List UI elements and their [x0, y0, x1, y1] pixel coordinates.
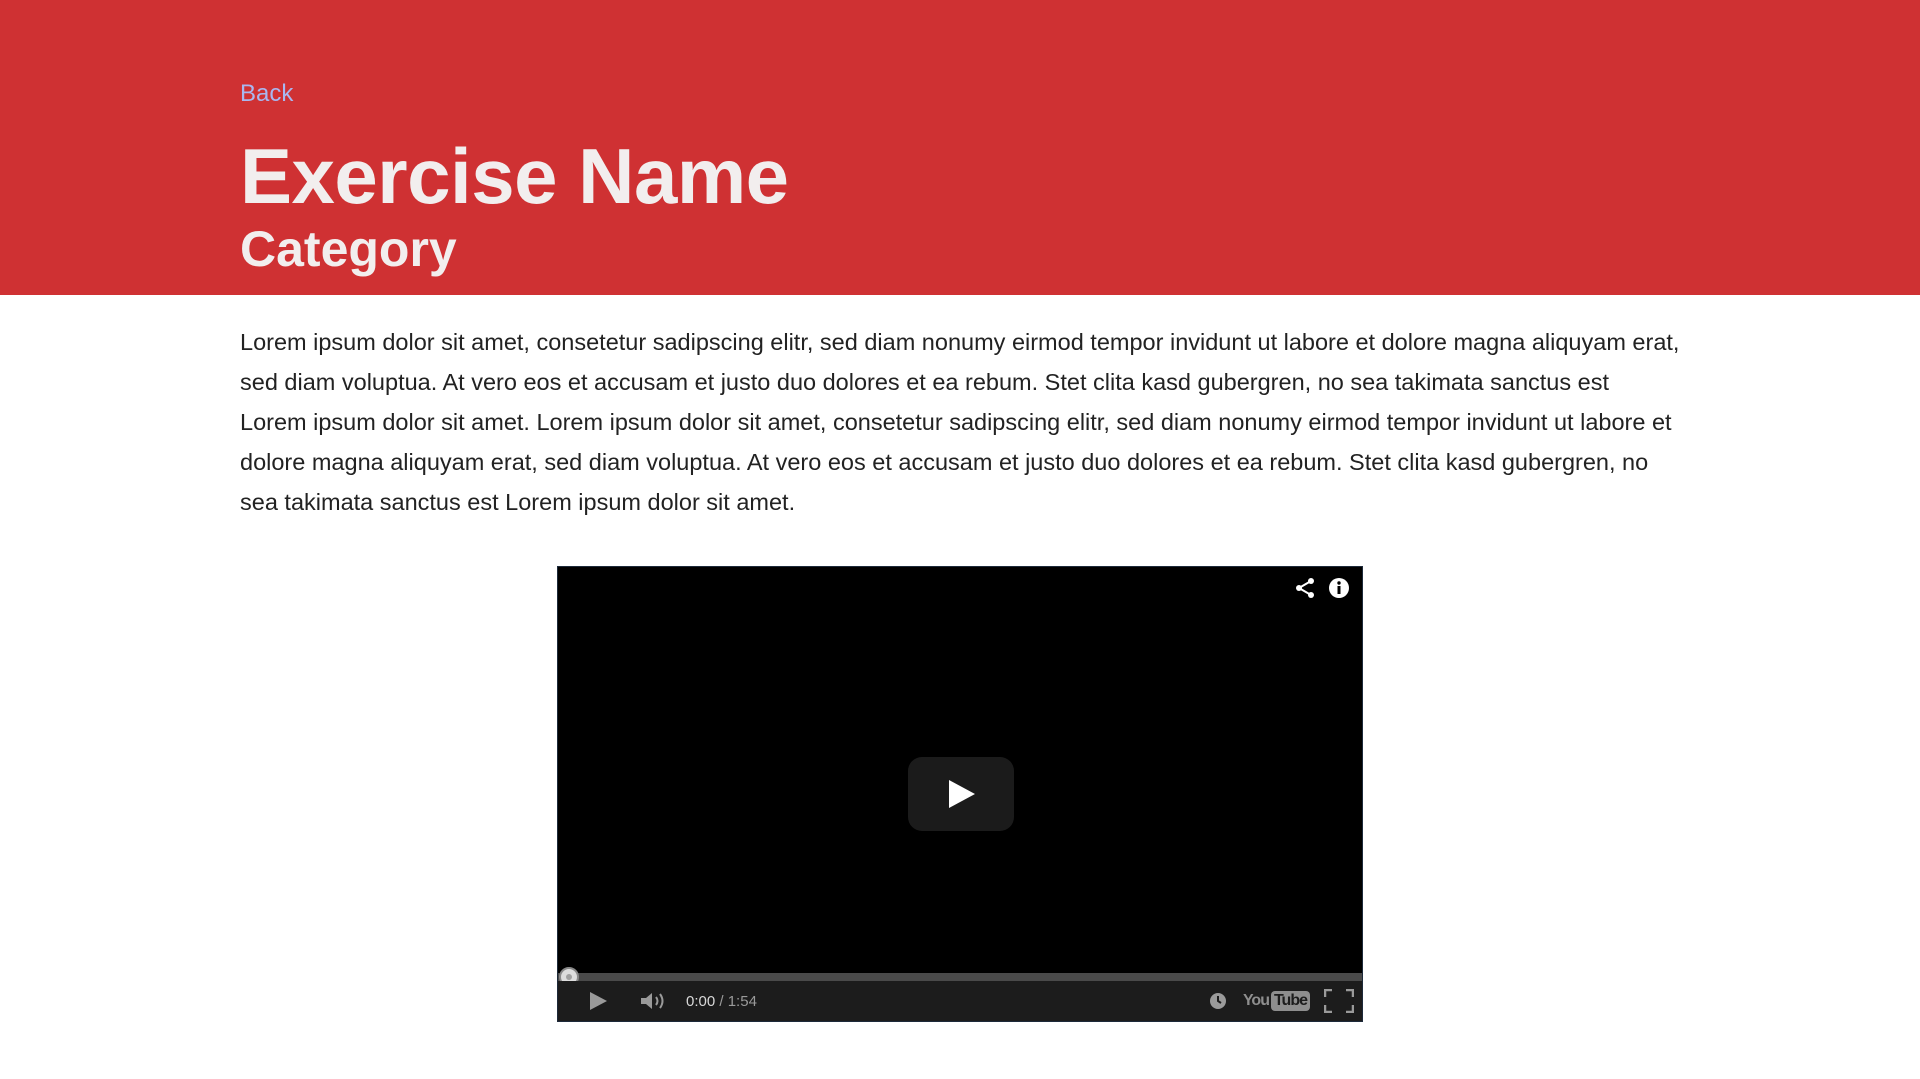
watch-later-button[interactable] [1209, 992, 1227, 1010]
current-time: 0:00 [686, 992, 716, 1010]
page-title: Exercise Name [240, 132, 789, 220]
info-icon[interactable] [1328, 577, 1350, 599]
youtube-logo-tube: Tube [1270, 991, 1310, 1011]
video-player[interactable]: 0:00 / 1:54 You Tube [557, 566, 1363, 1022]
volume-icon [641, 993, 664, 1009]
exercise-description: Lorem ipsum dolor sit amet, consetetur s… [240, 329, 1680, 515]
player-top-icons [1294, 577, 1350, 599]
volume-button[interactable] [640, 991, 668, 1011]
play-icon [590, 992, 607, 1010]
time-display: 0:00 / 1:54 [686, 993, 757, 1010]
progress-bar[interactable] [558, 973, 1362, 981]
back-link[interactable]: Back [240, 80, 293, 108]
watch-later-icon [1209, 993, 1226, 1009]
time-separator: / [715, 992, 728, 1010]
play-icon [949, 780, 975, 808]
category-subtitle: Category [240, 221, 457, 277]
fullscreen-icon [1324, 989, 1354, 1013]
share-icon[interactable] [1294, 577, 1316, 599]
youtube-logo-you: You [1242, 992, 1270, 1009]
big-play-button[interactable] [908, 757, 1014, 831]
duration: 1:54 [727, 992, 757, 1010]
fullscreen-button[interactable] [1324, 989, 1354, 1013]
player-controls: 0:00 / 1:54 You Tube [558, 981, 1362, 1021]
play-button[interactable] [588, 991, 608, 1011]
page-header: Back Exercise Name Category [0, 0, 1920, 295]
youtube-logo[interactable]: You Tube [1243, 991, 1310, 1011]
